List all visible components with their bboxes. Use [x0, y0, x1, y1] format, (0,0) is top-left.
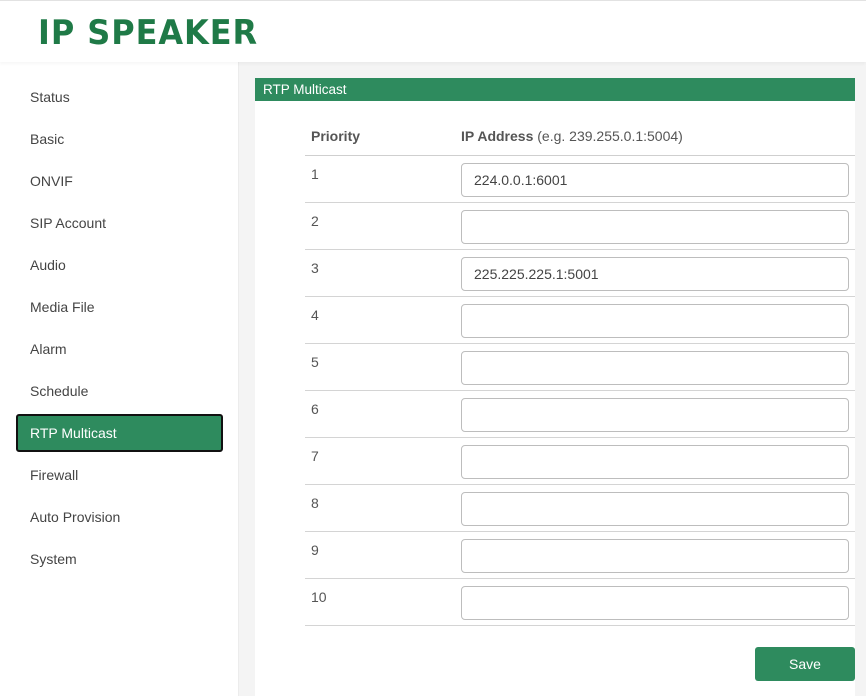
column-header-priority: Priority: [311, 128, 361, 144]
sidebar-item-status[interactable]: Status: [16, 78, 223, 116]
priority-number: 6: [311, 401, 319, 417]
priority-number: 4: [311, 307, 319, 323]
table-row: 7: [305, 438, 855, 485]
sidebar-item-alarm[interactable]: Alarm: [16, 330, 223, 368]
priority-number: 10: [311, 589, 327, 605]
priority-number: 2: [311, 213, 319, 229]
priority-number: 8: [311, 495, 319, 511]
priority-number: 5: [311, 354, 319, 370]
table-row: 9: [305, 532, 855, 579]
ip-address-input-7[interactable]: [461, 445, 849, 479]
app-window: IP SPEAKER Status Basic ONVIF SIP Accoun…: [0, 0, 866, 696]
table-row: 1: [305, 156, 855, 203]
save-button[interactable]: Save: [755, 647, 855, 681]
sidebar-item-label: Alarm: [30, 341, 67, 357]
sidebar-item-label: ONVIF: [30, 173, 73, 189]
table-row: 4: [305, 297, 855, 344]
header: IP SPEAKER: [0, 0, 866, 62]
table-row: 6: [305, 391, 855, 438]
ip-address-input-6[interactable]: [461, 398, 849, 432]
priority-number: 9: [311, 542, 319, 558]
ip-address-input-1[interactable]: [461, 163, 849, 197]
sidebar-item-onvif[interactable]: ONVIF: [16, 162, 223, 200]
ip-address-input-5[interactable]: [461, 351, 849, 385]
table-header: Priority IP Address (e.g. 239.255.0.1:50…: [305, 118, 855, 156]
sidebar-item-schedule[interactable]: Schedule: [16, 372, 223, 410]
sidebar-item-basic[interactable]: Basic: [16, 120, 223, 158]
multicast-table: Priority IP Address (e.g. 239.255.0.1:50…: [305, 118, 855, 626]
sidebar-item-label: Audio: [30, 257, 66, 273]
sidebar-item-label: RTP Multicast: [30, 425, 117, 441]
priority-number: 1: [311, 166, 319, 182]
column-header-ip-hint: (e.g. 239.255.0.1:5004): [537, 128, 683, 144]
ip-address-input-4[interactable]: [461, 304, 849, 338]
ip-address-input-10[interactable]: [461, 586, 849, 620]
sidebar-item-label: Basic: [30, 131, 65, 147]
table-row: 5: [305, 344, 855, 391]
priority-number: 7: [311, 448, 319, 464]
sidebar-item-label: Media File: [30, 299, 95, 315]
main-content: RTP Multicast Priority IP Address (e.g. …: [239, 62, 866, 696]
sidebar-item-audio[interactable]: Audio: [16, 246, 223, 284]
table-row: 10: [305, 579, 855, 626]
rtp-multicast-panel: RTP Multicast Priority IP Address (e.g. …: [255, 78, 855, 696]
table-row: 3: [305, 250, 855, 297]
sidebar-item-label: System: [30, 551, 77, 567]
ip-address-input-2[interactable]: [461, 210, 849, 244]
ip-address-input-8[interactable]: [461, 492, 849, 526]
sidebar-item-firewall[interactable]: Firewall: [16, 456, 223, 494]
table-row: 8: [305, 485, 855, 532]
logo: IP SPEAKER: [38, 13, 259, 53]
sidebar-item-system[interactable]: System: [16, 540, 223, 578]
sidebar-item-label: Firewall: [30, 467, 79, 483]
sidebar-item-label: SIP Account: [30, 215, 107, 231]
sidebar-item-media-file[interactable]: Media File: [16, 288, 223, 326]
column-header-ip-label: IP Address: [461, 128, 534, 144]
sidebar-item-sip-account[interactable]: SIP Account: [16, 204, 223, 242]
sidebar-item-rtp-multicast[interactable]: RTP Multicast: [16, 414, 223, 452]
table-row: 2: [305, 203, 855, 250]
sidebar: Status Basic ONVIF SIP Account Audio Med…: [0, 62, 239, 696]
sidebar-item-label: Status: [30, 89, 70, 105]
ip-address-input-9[interactable]: [461, 539, 849, 573]
priority-number: 3: [311, 260, 319, 276]
section-title: RTP Multicast: [255, 78, 855, 101]
sidebar-item-label: Auto Provision: [30, 509, 121, 525]
ip-address-input-3[interactable]: [461, 257, 849, 291]
sidebar-item-label: Schedule: [30, 383, 89, 399]
column-header-ip: IP Address (e.g. 239.255.0.1:5004): [461, 128, 683, 144]
sidebar-item-auto-provision[interactable]: Auto Provision: [16, 498, 223, 536]
